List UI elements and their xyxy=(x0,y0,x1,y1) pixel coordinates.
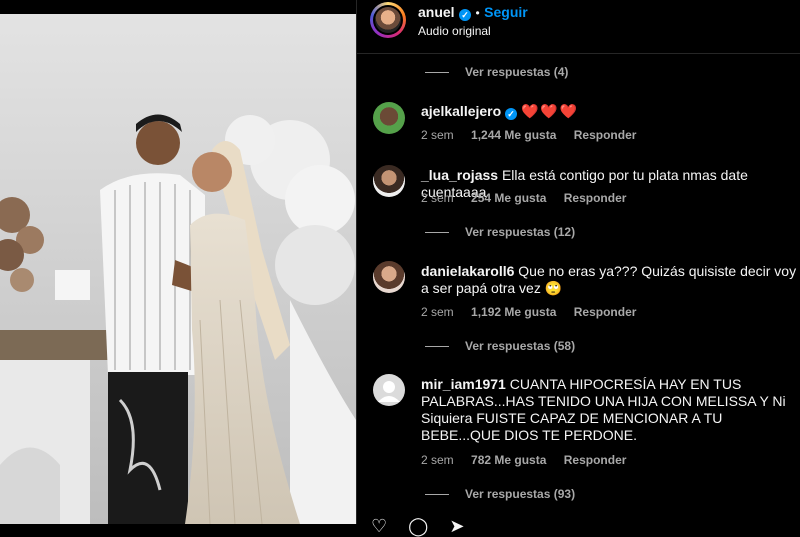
commenter-username[interactable]: mir_iam1971 xyxy=(421,376,506,392)
comment-time: 2 sem xyxy=(421,191,454,205)
avatar-photo xyxy=(375,7,401,33)
view-replies-label: Ver respuestas (12) xyxy=(465,225,576,239)
comment-text: ❤️❤️❤️ xyxy=(520,103,580,119)
reply-button[interactable]: Responder xyxy=(564,453,627,467)
view-replies-button[interactable]: Ver respuestas (93) xyxy=(425,487,575,501)
share-icon[interactable]: ➤ xyxy=(449,516,464,536)
replies-line xyxy=(425,494,449,496)
action-bar: ♡ ◯ ➤ xyxy=(371,516,480,537)
commenter-username[interactable]: ajelkallejero xyxy=(421,103,501,119)
comment-meta: 2 sem 254 Me gusta Responder xyxy=(421,191,640,205)
dot-separator: • xyxy=(475,6,480,20)
comment-likes[interactable]: 782 Me gusta xyxy=(471,453,546,467)
heart-icon[interactable]: ♡ xyxy=(371,516,387,536)
comment-time: 2 sem xyxy=(421,128,454,142)
commenter-avatar[interactable] xyxy=(373,165,405,197)
commenter-username[interactable]: _lua_rojass xyxy=(421,167,498,183)
reply-button[interactable]: Responder xyxy=(574,128,637,142)
commenter-avatar[interactable] xyxy=(373,261,405,293)
comment-body: mir_iam1971 CUANTA HIPOCRESÍA HAY EN TUS… xyxy=(421,376,797,444)
media-top-bar xyxy=(0,0,356,14)
audio-label[interactable]: Audio original xyxy=(418,24,491,38)
post-image xyxy=(0,0,356,524)
commenter-username[interactable]: danielakaroll6 xyxy=(421,263,514,279)
view-replies-button[interactable]: Ver respuestas (12) xyxy=(425,225,575,239)
comment-likes[interactable]: 1,192 Me gusta xyxy=(471,305,556,319)
comments-panel: anuel ✓ • Seguir Audio original Ver resp… xyxy=(356,0,800,536)
view-replies-button[interactable]: Ver respuestas (58) xyxy=(425,339,575,353)
default-avatar-icon xyxy=(378,381,400,402)
comment-likes[interactable]: 1,244 Me gusta xyxy=(471,128,556,142)
view-replies-button[interactable]: Ver respuestas (4) xyxy=(425,65,568,79)
reply-button[interactable]: Responder xyxy=(574,305,637,319)
view-replies-label: Ver respuestas (4) xyxy=(465,65,569,79)
replies-line xyxy=(425,72,449,74)
replies-line xyxy=(425,346,449,348)
author-avatar[interactable] xyxy=(370,2,406,38)
verified-icon: ✓ xyxy=(505,108,518,120)
comment-likes[interactable]: 254 Me gusta xyxy=(471,191,546,205)
comment-time: 2 sem xyxy=(421,305,454,319)
commenter-avatar[interactable] xyxy=(373,374,405,406)
author-username[interactable]: anuel xyxy=(418,4,455,20)
comment-meta: 2 sem 1,192 Me gusta Responder xyxy=(421,305,650,319)
reply-button[interactable]: Responder xyxy=(564,191,627,205)
verified-icon: ✓ xyxy=(459,9,472,21)
comment-icon[interactable]: ◯ xyxy=(408,516,428,536)
author-line: anuel ✓ • Seguir xyxy=(418,4,528,22)
follow-button[interactable]: Seguir xyxy=(484,4,528,20)
commenter-avatar[interactable] xyxy=(373,102,405,134)
view-replies-label: Ver respuestas (58) xyxy=(465,339,576,353)
comment-meta: 2 sem 782 Me gusta Responder xyxy=(421,453,640,467)
comment-body: danielakaroll6 Que no eras ya??? Quizás … xyxy=(421,263,797,297)
view-replies-label: Ver respuestas (93) xyxy=(465,487,576,501)
replies-line xyxy=(425,232,449,234)
comment-time: 2 sem xyxy=(421,453,454,467)
comment-meta: 2 sem 1,244 Me gusta Responder xyxy=(421,128,650,142)
post-media[interactable] xyxy=(0,0,356,524)
post-header: anuel ✓ • Seguir Audio original xyxy=(357,0,800,54)
comment-body: ajelkallejero ✓ ❤️❤️❤️ xyxy=(421,103,797,120)
